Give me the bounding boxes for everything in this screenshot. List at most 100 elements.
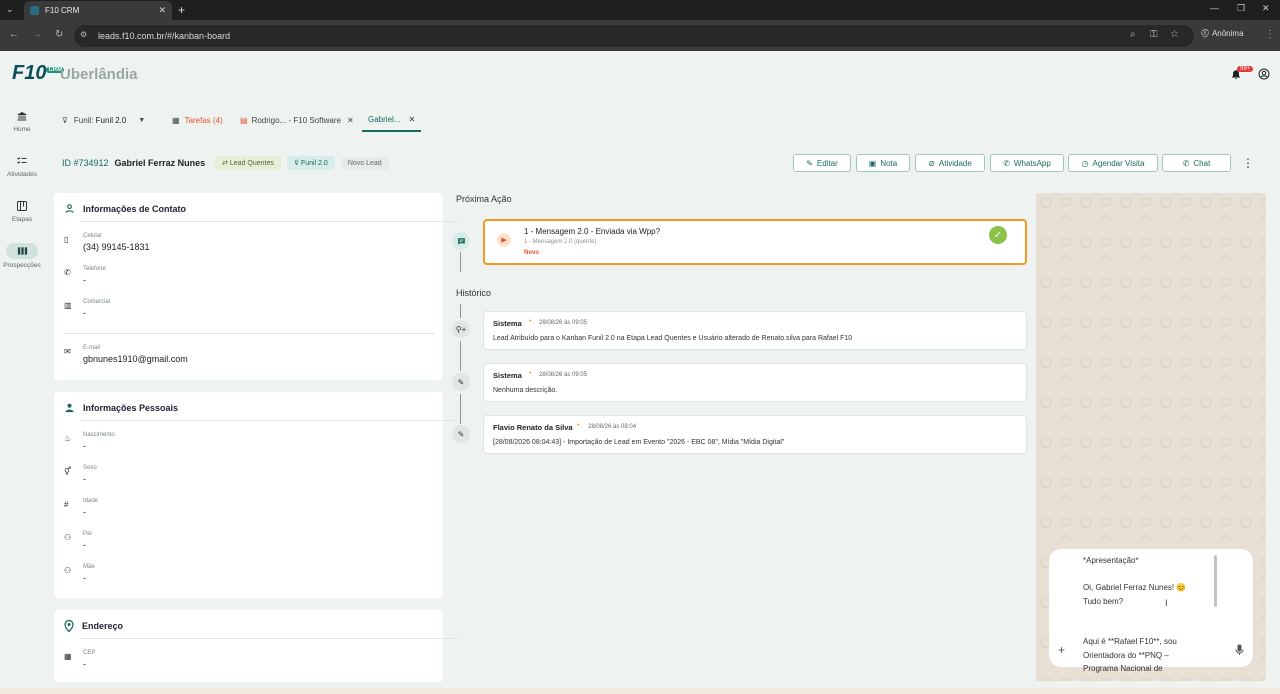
sidebar-label: Etapas [11,216,33,223]
compose-scrollbar[interactable] [1214,555,1217,607]
chat-label: Chat [1193,158,1211,168]
close-tab-icon[interactable]: ✕ [408,115,415,124]
bank-icon [0,110,44,122]
note-button[interactable]: ▣ Nota [856,154,910,172]
browser-tab-strip [0,0,1280,20]
back-icon[interactable]: ← [9,29,19,40]
user-account-icon[interactable] [1258,68,1270,80]
record-tabs: ⊽ Funil: Funil 2.0 ▼ ▦ Tarefas (4) ▤ Rod… [54,108,424,132]
notification-count-badge: 99+ [1237,66,1254,72]
edit-button[interactable]: ✎ Editar [793,154,851,172]
field-telefone: ✆ Telefone - [64,266,106,285]
activity-button[interactable]: ⊘ Atividade [915,154,985,172]
funnel-label: Funil: [73,115,94,125]
funnel-selector[interactable]: ⊽ Funil: Funil 2.0 ▼ [62,108,145,132]
hash-icon: # [64,500,69,509]
field-sexo: ⚥ Sexo - [64,465,97,484]
history-title: Histórico [456,288,492,298]
field-label: Sexo [83,465,97,471]
field-label: Mãe [83,564,95,570]
close-tab-icon[interactable]: ✕ [347,116,354,125]
timeline-line [460,304,461,318]
lead-header: ID #734912 Gabriel Ferraz Nunes ⇄ Lead Q… [62,156,389,170]
next-action-card[interactable]: ▶ 1 - Mensagem 2.0 - Enviada via Wpp? 1 … [483,219,1027,265]
filter-icon: ⊽ [62,115,68,125]
bookmark-star-icon[interactable]: ☆ [1170,29,1179,40]
field-value[interactable]: gbnunes1910@gmail.com [83,354,188,364]
field-pai: ⚇ Pai - [64,531,92,550]
telephone-icon: ✆ [64,268,71,277]
checklist-icon [0,155,44,167]
sidebar-label: Home [13,126,31,133]
minimize-icon[interactable]: — [1210,3,1219,13]
field-label: Celular [83,233,103,239]
chat-compose-box[interactable]: *Apresentação* Oi, Gabriel Ferraz Nunes!… [1049,549,1253,673]
chat-icon: ✆ [1182,158,1190,168]
chat-button[interactable]: ✆ Chat [1162,154,1231,172]
site-info-icon[interactable]: ⚙ [80,30,87,39]
funnel-chip-label: Funil 2.0 [300,160,328,167]
browser-tab[interactable]: F10 CRM ✕ [24,1,172,20]
incognito-profile[interactable]: ⛑ Anônima [1200,29,1244,38]
compose-line: Oi, Gabriel Ferraz Nunes! 😊 [1083,583,1187,592]
funnel-chip[interactable]: ⊽ Funil 2.0 [286,156,335,170]
whatsapp-button[interactable]: ✆ WhatsApp [990,154,1064,172]
sidebar-label: Prospecções [3,262,41,269]
contact-section-title: Informações de Contato [64,203,186,214]
pin-icon: • [577,422,580,429]
more-options-icon[interactable]: ⋮ [1242,156,1254,170]
attach-plus-icon[interactable]: + [1058,643,1065,658]
field-label: Telefone [83,266,106,272]
field-value: - [83,441,86,451]
field-value[interactable]: (34) 99145-1831 [83,242,150,252]
app-logo[interactable]: F10 CRM [12,62,65,85]
pin-icon: • [529,370,532,377]
note-label: Nota [880,158,898,168]
tab-company[interactable]: ▤ Rodrigo... - F10 Software ✕ [240,108,354,132]
microphone-icon[interactable] [1235,644,1244,656]
browser-menu-icon[interactable]: ⋮ [1265,29,1275,40]
tab-lead[interactable]: Gabriel... ✕ [362,108,422,132]
tab-tarefas[interactable]: ▦ Tarefas (4) [172,108,223,132]
mail-icon: ✉ [64,347,71,356]
personal-section-title: Informações Pessoais [64,402,178,413]
sidebar-item-home[interactable]: Home [0,110,44,133]
person-filled-icon [64,402,75,413]
compose-line: Aqui é **Rafael F10**, sou [1083,637,1177,646]
clock-icon: ◷ [1081,158,1089,168]
complete-check-icon[interactable]: ✓ [989,226,1007,244]
stage-chip[interactable]: ⇄ Lead Quentes [215,156,281,170]
compose-line: Programa Nacional de [1083,664,1163,673]
maximize-icon[interactable]: ❐ [1237,3,1245,14]
field-comercial: ▥ Comercial - [64,299,110,318]
message-icon [452,232,470,250]
field-nascimento: ♨ Nascimento - [64,432,115,451]
new-tab-icon[interactable]: + [178,3,185,17]
tab-search-icon[interactable]: ⌄ [6,4,14,15]
window-close-icon[interactable]: ✕ [1262,3,1270,14]
url-field[interactable]: leads.f10.com.br/#/kanban-board [74,25,1194,47]
history-text: Lead Atribuído para o Kanban Funil 2.0 n… [493,335,853,342]
history-item: Sistema • 28/08/26 às 09:05 Lead Atribuí… [483,311,1027,350]
forward-icon[interactable]: → [32,29,42,40]
lead-name: Gabriel Ferraz Nunes [114,158,206,168]
schedule-visit-button[interactable]: ◷ Agendar Visita [1068,154,1158,172]
columns-icon [6,243,38,259]
building-icon: ▥ [64,301,72,310]
sidebar-item-prospeccoes[interactable]: Prospecções [0,243,44,269]
status-chip[interactable]: Novo Lead [340,156,389,170]
play-icon: ▶ [497,233,511,247]
close-tab-icon[interactable]: ✕ [158,5,166,16]
history-text: Nenhuma descrição. [493,387,558,394]
password-key-icon[interactable]: ⚿ [1150,29,1158,40]
history-text: [28/08/2026 08:04:43] - Importação de Le… [493,439,785,446]
whatsapp-label: WhatsApp [1013,158,1051,168]
compose-text[interactable]: *Apresentação* Oi, Gabriel Ferraz Nunes!… [1083,554,1243,676]
reload-icon[interactable]: ↻ [55,29,63,40]
zoom-icon[interactable]: ⌕ [1130,29,1136,40]
sidebar-item-atividades[interactable]: Atividades [0,155,44,178]
field-label: Pai [83,531,92,537]
gender-icon: ⚥ [64,467,72,476]
field-label: CEP [83,650,96,656]
sidebar-item-etapas[interactable]: Etapas [0,200,44,223]
